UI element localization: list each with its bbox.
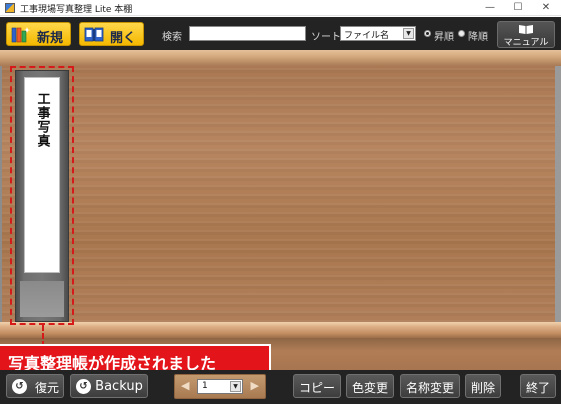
restore-label: 復元 bbox=[34, 381, 59, 395]
backup-label: Backup bbox=[95, 379, 143, 394]
chevron-down-icon[interactable]: ▼ bbox=[230, 381, 241, 392]
bottom-toolbar: ↺ 復元 ↺ Backup ◀ 1 ▼ ▶ コピー 色変更 名称変更 削除 終了 bbox=[0, 370, 561, 404]
page-select[interactable]: 1 ▼ bbox=[197, 379, 243, 394]
sort-select[interactable]: ファイル名 ▼ bbox=[340, 26, 416, 41]
copy-button[interactable]: コピー bbox=[293, 374, 341, 398]
toolbar: 新規 開く 検索 ソート ファイル名 ▼ 昇順 降順 マニュアル bbox=[0, 17, 561, 50]
manual-button-label: マニュアル bbox=[503, 38, 549, 48]
close-button[interactable]: ✕ bbox=[532, 0, 560, 16]
delete-button[interactable]: 削除 bbox=[465, 374, 501, 398]
new-binder-icon bbox=[11, 27, 31, 43]
title-bar: 工事現場写真整理 Lite 本棚 — ☐ ✕ bbox=[0, 0, 561, 16]
window-title: 工事現場写真整理 Lite 本棚 bbox=[20, 5, 133, 15]
new-button[interactable]: 新規 bbox=[6, 22, 71, 46]
radio-unchecked-icon bbox=[458, 30, 465, 37]
sort-desc-label: 降順 bbox=[468, 32, 488, 43]
binder-title: 工事写真 bbox=[34, 92, 50, 148]
shelf-board bbox=[0, 322, 561, 338]
sort-label: ソート bbox=[311, 32, 341, 43]
restore-button[interactable]: ↺ 復元 bbox=[6, 374, 64, 398]
sort-asc-label: 昇順 bbox=[434, 32, 454, 43]
search-label: 検索 bbox=[162, 32, 182, 43]
change-color-label: 色変更 bbox=[351, 381, 388, 395]
maximize-button[interactable]: ☐ bbox=[504, 0, 532, 16]
quit-button[interactable]: 終了 bbox=[520, 374, 556, 398]
manual-button[interactable]: マニュアル bbox=[497, 21, 555, 48]
delete-label: 削除 bbox=[470, 381, 495, 395]
app-icon bbox=[5, 3, 15, 13]
radio-checked-icon bbox=[424, 30, 431, 37]
copy-label: コピー bbox=[298, 381, 335, 395]
open-button[interactable]: 開く bbox=[79, 22, 144, 46]
page-select-value: 1 bbox=[202, 381, 208, 391]
rename-button[interactable]: 名称変更 bbox=[400, 374, 460, 398]
prev-page-icon[interactable]: ◀ bbox=[181, 379, 189, 392]
rename-label: 名称変更 bbox=[405, 381, 454, 395]
chevron-down-icon[interactable]: ▼ bbox=[403, 28, 414, 39]
next-page-icon[interactable]: ▶ bbox=[251, 379, 259, 392]
binder-label-card: 工事写真 bbox=[24, 77, 60, 273]
page-selector: ◀ 1 ▼ ▶ bbox=[174, 374, 266, 399]
open-button-label: 開く bbox=[110, 31, 137, 46]
quit-label: 終了 bbox=[525, 381, 550, 395]
book-icon bbox=[519, 25, 533, 34]
search-input[interactable] bbox=[189, 26, 306, 41]
new-button-label: 新規 bbox=[37, 31, 64, 46]
binder[interactable]: 工事写真 bbox=[15, 70, 69, 322]
binder-base bbox=[20, 281, 64, 317]
change-color-button[interactable]: 色変更 bbox=[346, 374, 394, 398]
open-book-icon bbox=[84, 27, 104, 42]
backup-button[interactable]: ↺ Backup bbox=[70, 374, 148, 398]
minimize-button[interactable]: — bbox=[476, 0, 504, 16]
shelf-top-board bbox=[0, 50, 561, 66]
sort-select-value: ファイル名 bbox=[344, 31, 390, 41]
